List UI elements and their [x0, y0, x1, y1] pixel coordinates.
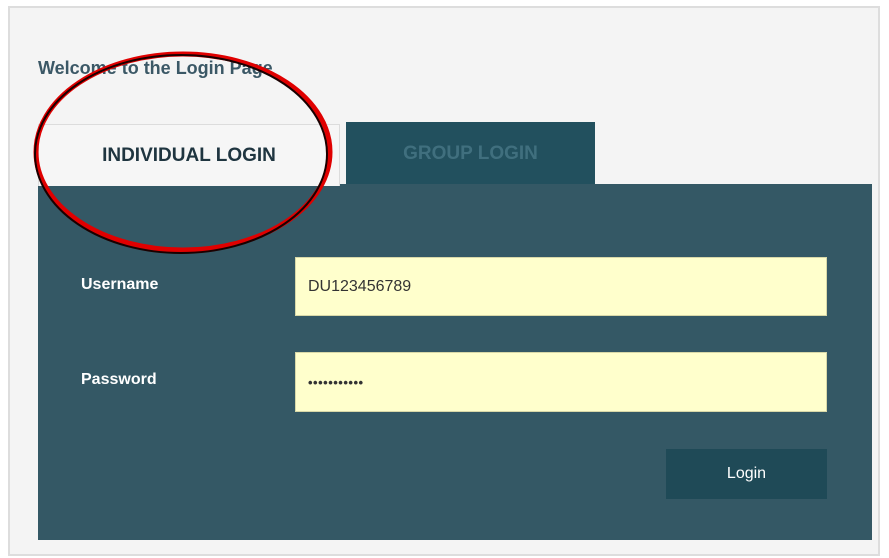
username-label: Username: [81, 276, 159, 293]
password-label: Password: [81, 371, 157, 388]
page-title: Welcome to the Login Page: [38, 58, 273, 78]
login-button[interactable]: Login: [666, 449, 827, 499]
password-value: •••••••••••: [308, 374, 364, 390]
tab-group-login[interactable]: GROUP LOGIN: [346, 122, 595, 186]
password-input[interactable]: •••••••••••: [295, 352, 827, 412]
tab-individual-login[interactable]: INDIVIDUAL LOGIN: [38, 124, 340, 186]
username-input[interactable]: DU123456789: [295, 257, 827, 316]
username-value: DU123456789: [308, 277, 412, 295]
